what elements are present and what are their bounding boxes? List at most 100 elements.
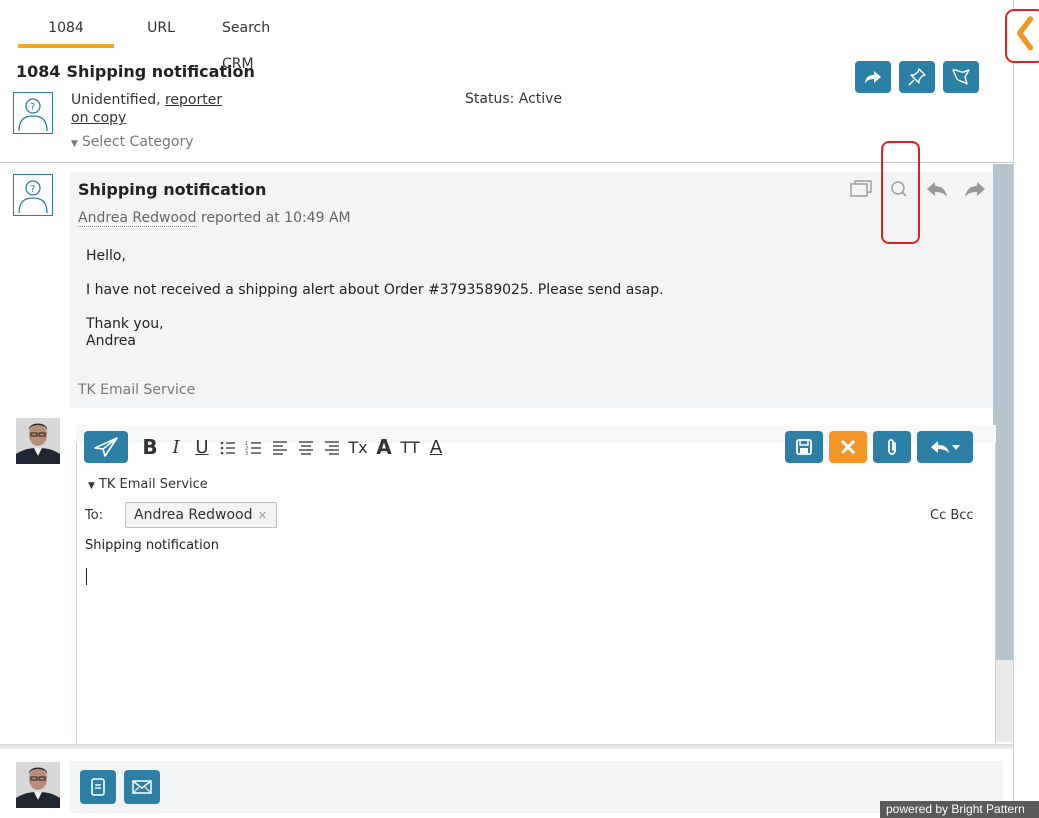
align-center-icon [299,440,313,455]
send-icon [94,437,118,457]
powered-by-footer: powered by Bright Pattern [880,801,1039,818]
bulleted-list-button[interactable] [216,437,240,458]
attachment-icon [888,439,896,455]
from-selector[interactable]: ▼ TK Email Service [88,477,208,492]
caret-down-icon: ▼ [88,481,95,491]
send-button[interactable] [84,431,128,463]
forward-case-button[interactable] [855,61,891,93]
editor-toolbar: B I U 123 Tx A TT A [84,431,450,463]
flag-button[interactable] [943,61,979,93]
clear-format-button[interactable]: Tx [346,438,370,457]
footer-divider [0,744,1013,749]
message-text: I have not received a shipping alert abo… [86,282,664,298]
on-copy-link[interactable]: on copy [71,110,126,126]
collapse-panel-button[interactable] [1005,9,1039,63]
svg-text:?: ? [30,102,35,113]
screens-icon [850,180,872,197]
bulleted-list-icon [220,441,235,454]
close-icon [840,439,856,455]
align-right-icon [325,440,339,455]
text-cursor [86,568,87,585]
sender-avatar: ? [13,174,53,216]
reply-icon [927,182,947,197]
message-author[interactable]: Andrea Redwood [78,210,197,227]
message-signature: TK Email Service [78,382,196,398]
new-email-button[interactable] [124,770,160,804]
footer-actions [80,770,160,804]
header-divider [0,162,1013,163]
reply-icon [931,441,949,453]
align-right-button[interactable] [320,437,344,458]
select-category-dropdown[interactable]: ▼ Select Category [71,134,194,150]
pin-button[interactable] [899,61,935,93]
highlight-search-button [881,141,920,244]
customer-name: Unidentified, [71,92,161,108]
add-note-button[interactable] [80,770,116,804]
underline-button[interactable]: U [190,437,214,458]
numbered-list-button[interactable]: 123 [242,437,266,458]
tab-bar: 1084 URL Search CRM [18,10,318,72]
pin-icon [908,68,926,86]
select-category-label: Select Category [81,134,194,150]
agent-photo-icon [16,418,60,464]
align-left-icon [273,440,287,455]
message-closing: Thank you, [86,316,164,332]
flag-icon [952,69,970,85]
chevron-left-icon [1016,16,1034,51]
save-draft-button[interactable] [785,431,823,463]
case-title: 1084 Shipping notification [16,62,261,81]
reply-message-button[interactable] [924,176,950,202]
editor-actions [785,431,973,463]
case-customer-info: Unidentified, reporter on copy [71,91,222,127]
subject-field[interactable]: Shipping notification [85,538,219,553]
font-button[interactable]: A [372,435,396,459]
message-title: Shipping notification [78,180,267,199]
reporter-link[interactable]: reporter [165,92,222,108]
recipient-name: Andrea Redwood [134,507,253,523]
save-icon [796,439,812,455]
mail-icon [132,780,152,794]
case-actions [855,61,979,93]
attach-button[interactable] [873,431,911,463]
forward-icon [865,71,881,84]
tab-search-crm[interactable]: Search CRM [208,10,318,72]
unknown-person-icon: ? [18,98,48,132]
recipient-chip[interactable]: Andrea Redwood × [125,502,277,528]
from-address: TK Email Service [98,477,208,492]
svg-text:3: 3 [245,451,248,457]
cc-bcc-link[interactable]: Cc Bcc [930,508,974,523]
discard-button[interactable] [829,431,867,463]
agent-avatar [16,418,60,464]
numbered-list-icon: 123 [245,441,261,457]
agent-avatar-footer [16,762,60,808]
align-left-button[interactable] [268,437,292,458]
align-center-button[interactable] [294,437,318,458]
message-name: Andrea [86,333,136,349]
message-actions [848,176,1000,202]
font-color-button[interactable]: A [424,437,448,458]
chevron-down-icon [952,445,960,450]
svg-text:?: ? [30,184,35,195]
agent-photo-icon [16,762,60,808]
footer-actions-bar [70,761,1003,813]
forward-icon [965,182,985,197]
forward-message-button[interactable] [962,176,988,202]
panel-divider [1013,0,1014,818]
bold-button[interactable]: B [138,435,162,459]
to-label: To: [85,508,104,523]
customer-avatar: ? [13,92,53,134]
case-subject: Shipping notification [66,62,255,81]
reply-mode-dropdown[interactable] [917,431,973,463]
remove-recipient-icon[interactable]: × [258,508,268,522]
tab-case[interactable]: 1084 [18,10,114,48]
case-status: Status: Active [465,91,563,107]
case-id: 1084 [16,62,61,81]
italic-button[interactable]: I [164,437,188,458]
tab-url[interactable]: URL [114,10,208,48]
message-greeting: Hello, [86,248,126,264]
reply-editor[interactable] [76,425,996,747]
font-size-button[interactable]: TT [398,438,422,457]
show-screens-button[interactable] [848,176,874,202]
message-timestamp: reported at 10:49 AM [200,210,351,226]
scrollbar-thumb[interactable] [993,164,1013,660]
